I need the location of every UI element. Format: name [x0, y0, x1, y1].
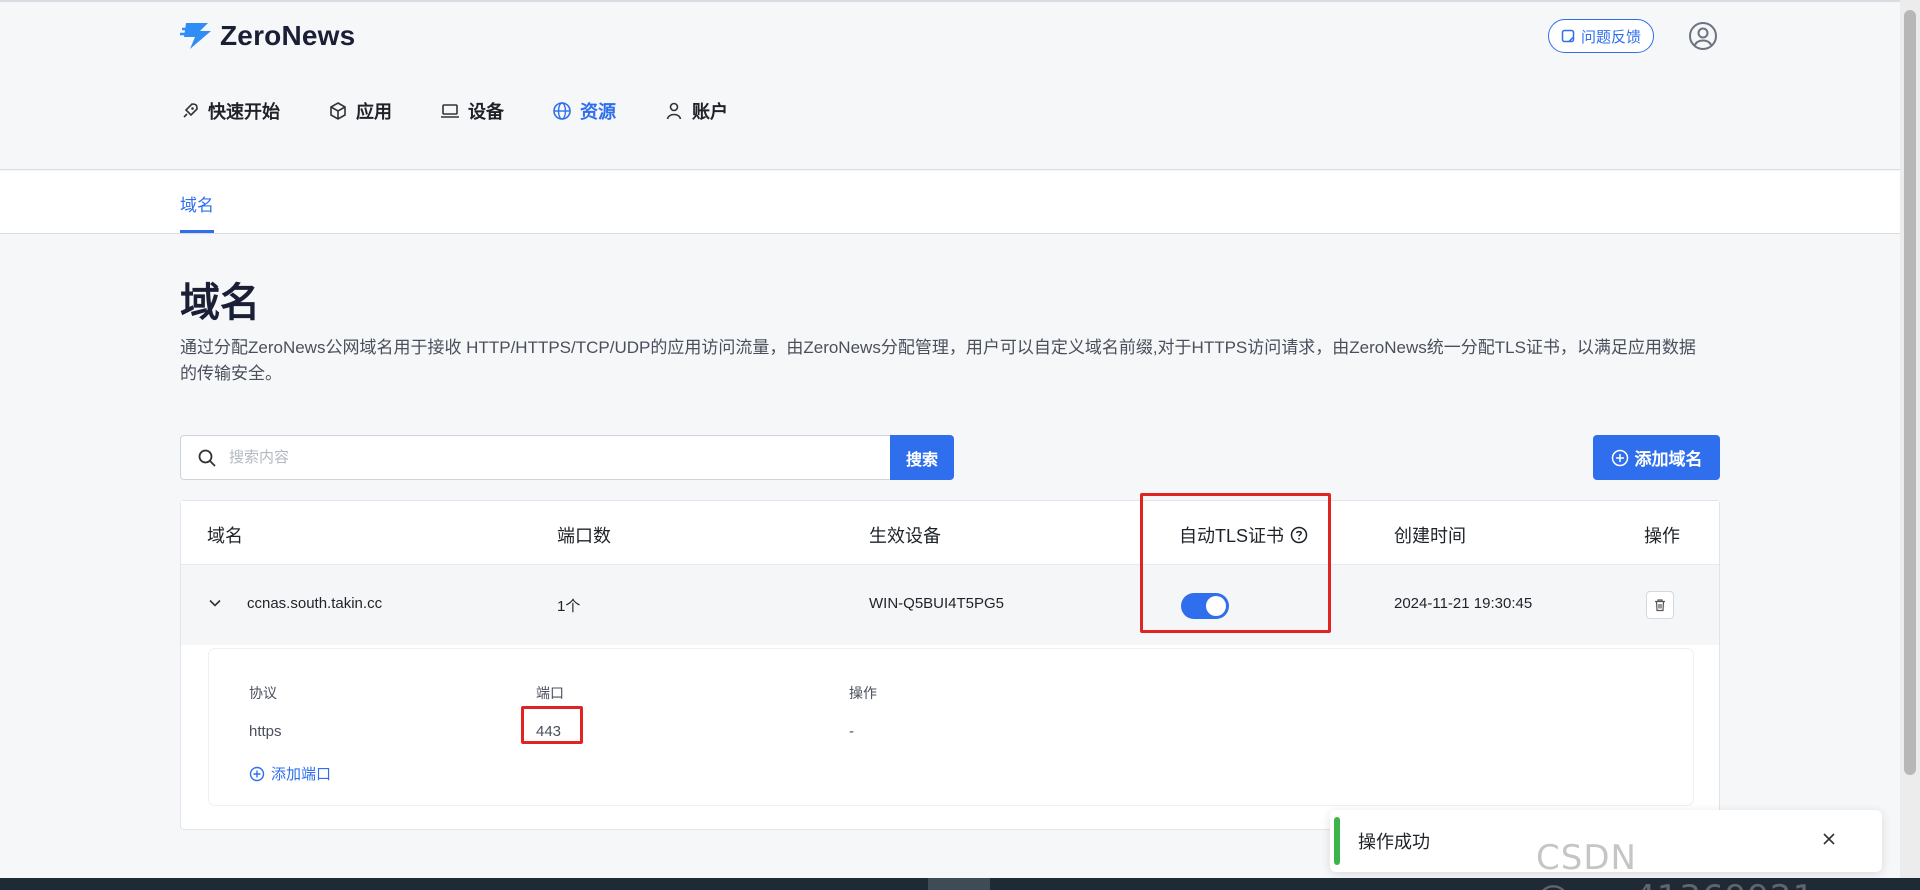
plus-circle-icon	[249, 766, 265, 781]
toast-status-bar	[1334, 817, 1340, 865]
nav-resources[interactable]: 资源	[552, 98, 616, 124]
brand-name: ZeroNews	[220, 20, 356, 51]
nav-apps-label: 应用	[356, 102, 392, 122]
col-domain: 域名	[207, 526, 243, 546]
search-input[interactable]	[229, 449, 829, 466]
taskbar-segment[interactable]	[928, 878, 990, 890]
plus-circle-icon	[1611, 449, 1628, 466]
col-actions: 操作	[1644, 526, 1680, 546]
port-protocol: https	[249, 723, 282, 740]
col-ports: 端口数	[557, 526, 611, 546]
nav-devices[interactable]: 设备	[440, 98, 504, 124]
col-created: 创建时间	[1394, 526, 1466, 546]
search-box	[180, 435, 891, 480]
page-title: 域名	[180, 281, 260, 325]
sub-tabs: 域名	[0, 171, 1900, 234]
laptop-icon	[441, 104, 459, 118]
subcol-protocol: 协议	[249, 685, 277, 701]
col-device: 生效设备	[869, 526, 941, 546]
nav-quickstart[interactable]: 快速开始	[180, 98, 280, 124]
page-description: 通过分配ZeroNews公网域名用于接收 HTTP/HTTPS/TCP/UDP的…	[180, 338, 1696, 383]
table-row[interactable]: ccnas.south.takin.cc 1个 WIN-Q5BUI4T5PG5 …	[181, 565, 1719, 645]
tab-domain[interactable]: 域名	[180, 191, 214, 216]
nav-apps[interactable]: 应用	[328, 98, 392, 124]
zeronews-logo-icon	[180, 21, 214, 51]
search-icon	[198, 449, 216, 467]
feedback-button[interactable]: 问题反馈	[1548, 19, 1654, 53]
table-header: 域名 端口数 生效设备 自动TLS证书 创建时间 操作	[181, 501, 1719, 565]
watermark: CSDN @qq_41369921	[1536, 838, 1814, 890]
nav-resources-label: 资源	[580, 102, 616, 122]
cube-icon	[330, 102, 346, 120]
delete-domain-button[interactable]	[1646, 591, 1674, 619]
note-icon	[1561, 29, 1575, 43]
nav-devices-label: 设备	[468, 102, 504, 122]
nav-quickstart-label: 快速开始	[208, 102, 280, 122]
add-domain-button[interactable]: 添加域名	[1593, 435, 1720, 480]
port-action: -	[849, 723, 854, 740]
rocket-icon	[183, 103, 198, 118]
annotation-box-tls	[1140, 493, 1331, 633]
trash-icon	[1655, 599, 1665, 612]
subcol-action: 操作	[849, 685, 877, 701]
user-avatar-icon[interactable]	[1688, 21, 1718, 51]
search-button[interactable]: 搜索	[890, 435, 954, 480]
add-port-link[interactable]: 添加端口	[249, 763, 331, 784]
scrollbar-thumb[interactable]	[1904, 10, 1916, 775]
port-subpanel: 协议 端口 操作 https 443 - 添加端口	[209, 649, 1693, 805]
add-domain-label: 添加域名	[1634, 450, 1703, 469]
toast-message: 操作成功	[1358, 832, 1430, 852]
brand-logo[interactable]: ZeroNews	[180, 20, 355, 52]
subcol-port: 端口	[536, 685, 564, 701]
person-icon	[666, 102, 682, 120]
row-ports: 1个	[557, 598, 581, 615]
add-port-label: 添加端口	[271, 766, 332, 783]
domain-table: 域名 端口数 生效设备 自动TLS证书 创建时间 操作 ccnas.south.…	[180, 500, 1720, 830]
feedback-label: 问题反馈	[1580, 28, 1641, 46]
top-header: ZeroNews 问题反馈 快速开始 应用 设备 资源 账户	[0, 0, 1900, 170]
globe-icon	[553, 102, 571, 120]
tab-active-indicator	[180, 230, 214, 233]
annotation-box-port	[521, 706, 583, 744]
main-nav: 快速开始 应用 设备 资源 账户	[180, 98, 776, 124]
chevron-down-icon[interactable]	[208, 596, 222, 615]
row-domain: ccnas.south.takin.cc	[247, 595, 383, 612]
nav-account[interactable]: 账户	[664, 98, 728, 124]
row-created: 2024-11-21 19:30:45	[1394, 595, 1533, 612]
nav-account-label: 账户	[692, 102, 728, 122]
row-device: WIN-Q5BUI4T5PG5	[869, 595, 1005, 612]
